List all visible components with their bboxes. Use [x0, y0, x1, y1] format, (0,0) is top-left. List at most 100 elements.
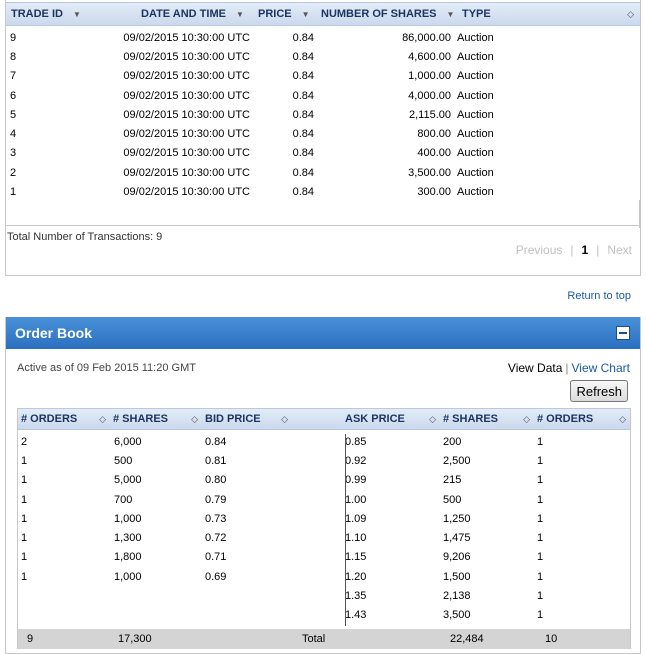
column-header-ask-price[interactable]: ASK PRICE ◇: [342, 413, 440, 425]
type-cell: Auction: [457, 166, 494, 179]
view-chart-link[interactable]: View Chart: [572, 361, 630, 375]
table-row: 1 1,000 0.73 1.09 1,250 1: [18, 509, 630, 528]
bid-price-cell: 0.84: [205, 435, 227, 448]
ask-orders-cell: 1: [537, 532, 544, 545]
trade-id-cell: 8: [10, 50, 17, 63]
date-time-cell: 09/02/2015 10:30:00 UTC: [123, 147, 250, 160]
bid-shares-cell: 700: [114, 493, 133, 506]
column-header-ask-shares[interactable]: # SHARES ◇: [440, 413, 534, 425]
table-row[interactable]: 3 09/02/2015 10:30:00 UTC 0.84 400.00 Auctio…: [6, 144, 640, 163]
ask-orders-cell: 1: [537, 512, 544, 525]
ask-shares-cell: 1,500: [443, 570, 471, 583]
table-row[interactable]: 9 09/02/2015 10:30:00 UTC 0.84 86,000.00 Auc…: [6, 28, 640, 47]
ask-shares-cell: 1,475: [443, 532, 471, 545]
table-row[interactable]: 4 09/02/2015 10:30:00 UTC 0.84 800.00 Auctio…: [6, 124, 640, 143]
collapse-icon[interactable]: [616, 326, 630, 340]
date-time-cell: 09/02/2015 10:30:00 UTC: [123, 166, 250, 179]
type-cell: Auction: [457, 128, 494, 141]
table-row[interactable]: 6 09/02/2015 10:30:00 UTC 0.84 4,000.00 Auct…: [6, 86, 640, 105]
table-row: 1.35 2,138 1: [18, 586, 630, 605]
return-to-top-link[interactable]: Return to top: [567, 290, 631, 302]
column-header-ask-orders[interactable]: # ORDERS ◇: [534, 413, 630, 425]
ask-shares-cell: 3,500: [443, 609, 471, 622]
pager-divider: |: [596, 243, 600, 257]
view-data-link[interactable]: View Data: [508, 361, 562, 375]
type-cell: Auction: [457, 89, 494, 102]
view-toggle: View Data | View Chart: [508, 361, 630, 375]
pager-previous[interactable]: Previous: [516, 243, 563, 257]
column-header-type[interactable]: TYPE ◇: [457, 8, 640, 20]
refresh-button[interactable]: Refresh: [570, 380, 628, 402]
trade-id-cell: 4: [10, 128, 17, 141]
sort-updown-icon: ◇: [627, 8, 634, 19]
bid-orders-cell: 1: [21, 454, 28, 467]
bid-price-cell: 0.69: [205, 570, 227, 583]
column-header-trade-id[interactable]: TRADE ID ▼: [6, 8, 106, 20]
order-book-totals-row: 9 17,300 Total 22,484 10: [18, 629, 630, 649]
trades-table-header: TRADE ID ▼ DATE AND TIME ▼ PRICE ▼ NUMBE…: [6, 2, 640, 26]
bid-shares-cell: 1,000: [114, 570, 142, 583]
ask-orders-cell: 1: [537, 454, 544, 467]
column-header-bid-shares[interactable]: # SHARES ◇: [110, 413, 202, 425]
table-row: 1 1,000 0.69 1.20 1,500 1: [18, 567, 630, 586]
trade-id-cell: 6: [10, 89, 17, 102]
ask-price-cell: 0.92: [345, 454, 367, 467]
order-book-table-body: 2 6,000 0.84 0.85 200 1 1 500 0.81 0.92 2,500 1 1 5,0…: [18, 430, 630, 626]
column-header-price[interactable]: PRICE ▼: [250, 8, 314, 20]
date-time-cell: 09/02/2015 10:30:00 UTC: [123, 70, 250, 83]
ask-price-cell: 1.20: [345, 570, 367, 583]
ask-shares-cell: 2,138: [443, 590, 471, 603]
table-row: 1 500 0.81 0.92 2,500 1: [18, 451, 630, 470]
total-bid-shares: 17,300: [118, 633, 152, 645]
ask-orders-cell: 1: [537, 590, 544, 603]
ask-shares-cell: 2,500: [443, 454, 471, 467]
table-row[interactable]: 7 09/02/2015 10:30:00 UTC 0.84 1,000.00 Auct…: [6, 67, 640, 86]
table-row[interactable]: 2 09/02/2015 10:30:00 UTC 0.84 3,500.00 Auct…: [6, 163, 640, 182]
type-cell: Auction: [457, 147, 494, 160]
column-header-bid-price[interactable]: BID PRICE ◇: [202, 413, 292, 425]
ask-shares-cell: 1,250: [443, 512, 471, 525]
price-cell: 0.84: [292, 108, 314, 121]
price-cell: 0.84: [292, 70, 314, 83]
bid-orders-cell: 1: [21, 474, 28, 487]
total-ask-orders: 10: [545, 633, 558, 645]
order-book-panel: Order Book Active as of 09 Feb 2015 11:2…: [5, 317, 641, 654]
table-row: 1 700 0.79 1.00 500 1: [18, 490, 630, 509]
date-time-cell: 09/02/2015 10:30:00 UTC: [123, 31, 250, 44]
type-cell: Auction: [457, 108, 494, 121]
sort-down-icon: ▼: [301, 9, 310, 19]
table-row[interactable]: 8 09/02/2015 10:30:00 UTC 0.84 4,600.00 Auct…: [6, 47, 640, 66]
bid-ask-divider: [345, 434, 346, 626]
bid-price-cell: 0.73: [205, 512, 227, 525]
type-cell: Auction: [457, 70, 494, 83]
table-row: 1 1,800 0.71 1.15 9,206 1: [18, 548, 630, 567]
pagination: Previous | 1 | Next: [516, 243, 632, 257]
table-row: 1.43 3,500 1: [18, 606, 630, 625]
table-row[interactable]: 5 09/02/2015 10:30:00 UTC 0.84 2,115.00 Auct…: [6, 105, 640, 124]
sort-down-icon: ▼: [72, 9, 81, 19]
ask-price-cell: 1.09: [345, 512, 367, 525]
total-bid-orders: 9: [27, 633, 34, 645]
price-cell: 0.84: [292, 147, 314, 160]
ask-shares-cell: 500: [443, 493, 462, 506]
trade-id-cell: 9: [10, 31, 17, 44]
table-row: 1 1,300 0.72 1.10 1,475 1: [18, 528, 630, 547]
total-transactions: Total Number of Transactions: 9: [7, 231, 163, 243]
trades-panel: TRADE ID ▼ DATE AND TIME ▼ PRICE ▼ NUMBE…: [5, 0, 641, 276]
column-header-number-of-shares[interactable]: NUMBER OF SHARES ▼: [314, 8, 457, 20]
ask-price-cell: 1.00: [345, 493, 367, 506]
pager-next[interactable]: Next: [607, 243, 632, 257]
table-row[interactable]: 1 09/02/2015 10:30:00 UTC 0.84 300.00 Auctio…: [6, 182, 640, 201]
pager-current-page[interactable]: 1: [582, 243, 589, 257]
date-time-cell: 09/02/2015 10:30:00 UTC: [123, 50, 250, 63]
trade-id-cell: 2: [10, 166, 17, 179]
shares-cell: 400.00: [417, 147, 451, 160]
type-cell: Auction: [457, 31, 494, 44]
ask-price-cell: 1.10: [345, 532, 367, 545]
column-header-date-time[interactable]: DATE AND TIME ▼: [106, 8, 250, 20]
shares-cell: 4,000.00: [408, 89, 451, 102]
bid-price-cell: 0.79: [205, 493, 227, 506]
column-header-bid-orders[interactable]: # ORDERS ◇: [18, 413, 110, 425]
sort-updown-icon: ◇: [619, 413, 626, 424]
shares-cell: 800.00: [417, 128, 451, 141]
